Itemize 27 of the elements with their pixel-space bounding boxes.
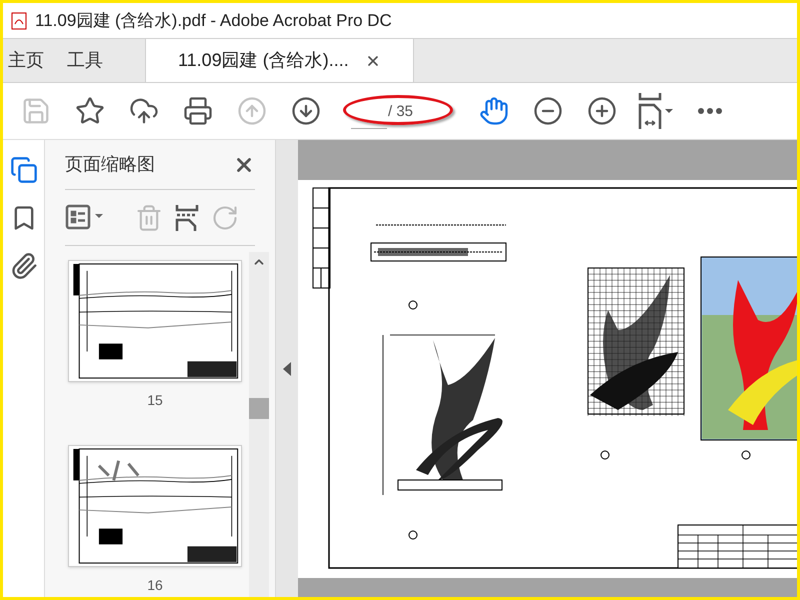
window-title: 11.09园建 (含给水).pdf - Adobe Acrobat Pro DC [35,10,392,32]
page-total: / 35 [388,102,414,122]
star-icon [75,96,105,126]
page-thumbnail[interactable] [68,445,242,567]
zoom-in-icon [587,96,617,126]
fit-page-icon [636,91,676,131]
scrollbar-thumb[interactable] [249,398,269,419]
insert-page-button[interactable] [175,204,199,232]
zoom-out-icon [533,96,563,126]
tab[interactable]: 11.09园建 (含给水).... [145,39,414,82]
save-icon [21,96,51,126]
hand-icon [479,96,509,126]
collapse-arrow-icon[interactable] [283,362,291,376]
tab[interactable]: 主页 [3,39,62,82]
paperclip-button[interactable] [10,252,38,280]
pdf-icon [11,12,27,30]
panel-title: 页面缩略图 [65,153,155,176]
print-icon [183,96,213,126]
page-number-label: 15 [147,391,163,410]
tab[interactable]: 工具 [62,39,121,82]
arrow-down-icon [291,96,321,126]
arrow-up-icon [237,96,267,126]
cloud-upload-icon [129,96,159,126]
page-thumbnail[interactable] [68,260,242,382]
more-icon [698,108,722,114]
pages-button[interactable] [10,156,38,184]
page-number-label: 16 [147,576,163,595]
